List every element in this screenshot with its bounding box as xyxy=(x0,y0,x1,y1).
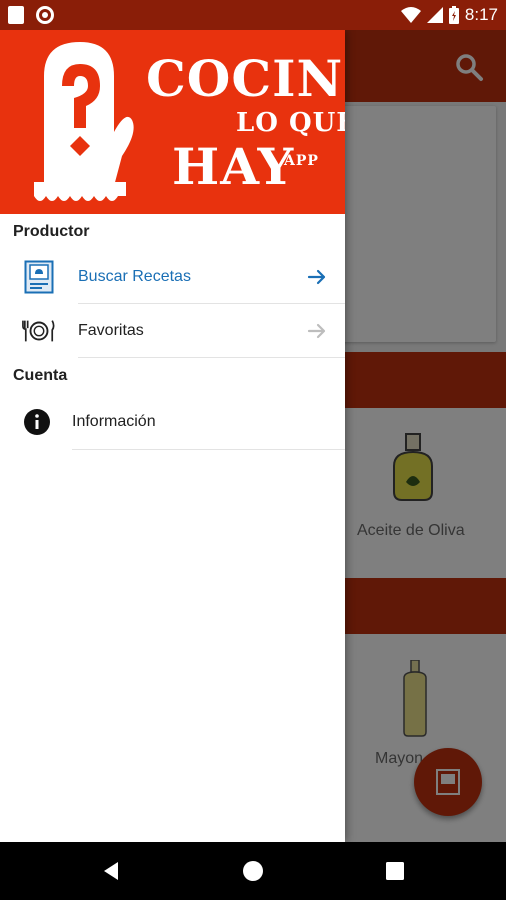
sd-card-icon xyxy=(8,6,24,24)
divider xyxy=(78,357,345,358)
menu-item-favoritas[interactable]: Favoritas xyxy=(0,304,345,358)
section-title-productor: Productor xyxy=(13,223,90,240)
status-time: 8:17 xyxy=(464,5,498,24)
home-icon[interactable] xyxy=(242,860,264,882)
section-title-cuenta: Cuenta xyxy=(13,367,68,384)
system-nav-bar xyxy=(0,842,506,900)
menu-item-label: Información xyxy=(72,413,156,430)
record-icon xyxy=(36,6,54,24)
menu-item-label: Buscar Recetas xyxy=(78,268,191,285)
cell-signal-icon xyxy=(426,7,443,23)
recipe-book-icon xyxy=(22,260,56,294)
navigation-drawer: COCINO LO QUE HAY APP Productor Buscar R… xyxy=(0,30,345,842)
drawer-header-logo: COCINO LO QUE HAY APP xyxy=(0,30,345,214)
logo-text-line: COCINO xyxy=(146,49,345,108)
logo-text-line: LO QUE xyxy=(236,108,345,138)
menu-item-label: Favoritas xyxy=(78,322,144,339)
menu-item-buscar-recetas[interactable]: Buscar Recetas xyxy=(0,250,345,304)
info-icon xyxy=(20,405,54,439)
arrow-right-icon xyxy=(307,269,326,285)
divider xyxy=(72,449,345,450)
logo-text-line: APP xyxy=(284,153,319,169)
recent-apps-icon[interactable] xyxy=(384,860,406,882)
back-icon[interactable] xyxy=(100,860,122,882)
battery-icon xyxy=(448,6,459,24)
logo-text-line: HAY xyxy=(172,137,295,196)
wifi-icon xyxy=(400,7,421,23)
status-bar: 8:17 xyxy=(0,0,506,30)
arrow-right-icon xyxy=(307,323,326,339)
oven-mitt-logo-icon xyxy=(34,42,134,201)
menu-item-informacion[interactable]: Información xyxy=(0,394,345,450)
plate-cutlery-icon xyxy=(22,314,56,348)
